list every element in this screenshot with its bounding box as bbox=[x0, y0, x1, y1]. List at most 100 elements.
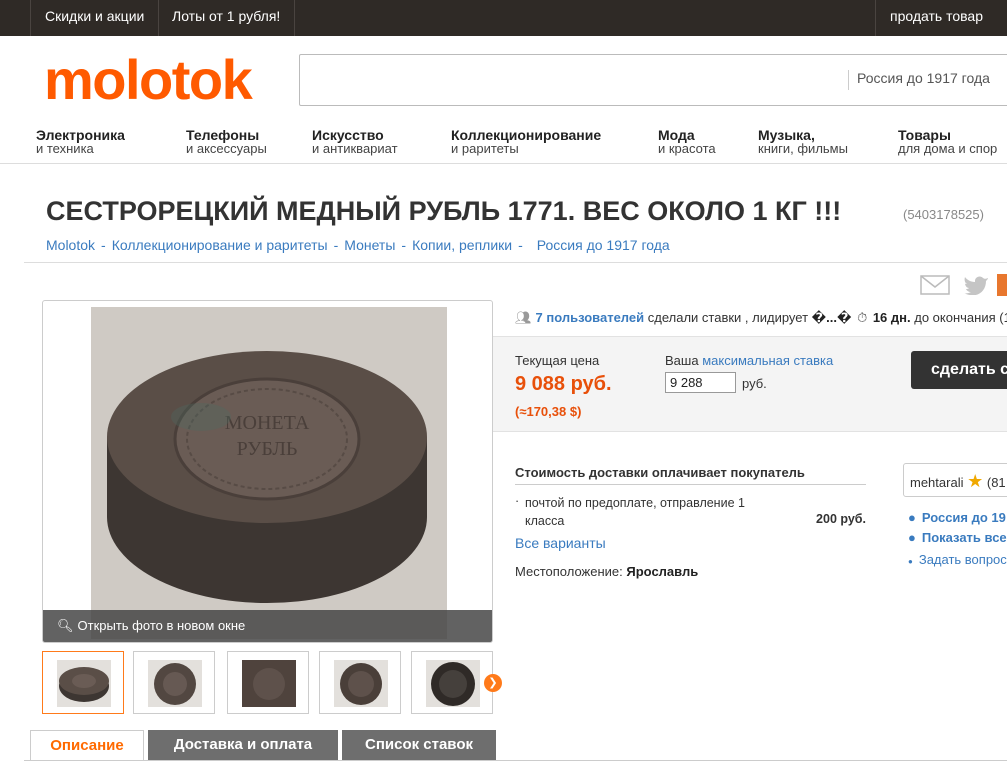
category-title: Телефоны bbox=[186, 127, 260, 143]
chevron-right-icon[interactable]: ❯ bbox=[484, 674, 502, 692]
max-bid-label-text: Ваша bbox=[665, 353, 699, 368]
location-value: Ярославль bbox=[626, 564, 699, 579]
coin-illustration: МОНЕТА РУБЛЬ bbox=[91, 307, 447, 639]
one-ruble-lots-link[interactable]: Лоты от 1 рубля! bbox=[158, 0, 296, 36]
search-input[interactable]: Россия до 1917 года bbox=[299, 54, 1007, 106]
seller-link-label: Россия до 19 bbox=[921, 510, 1006, 525]
zoom-icon: 🔍︎ bbox=[57, 618, 74, 633]
thumbnail[interactable] bbox=[319, 651, 401, 714]
open-photo-label: Открыть фото в новом окне bbox=[77, 618, 246, 633]
bid-input[interactable] bbox=[665, 372, 736, 393]
item-id: (5403178525) bbox=[903, 207, 984, 222]
currency-label: руб. bbox=[742, 376, 767, 391]
seller-link-label: Задать вопрос bbox=[918, 552, 1007, 567]
category-subtitle: и аксессуары bbox=[186, 141, 267, 156]
thumbnail-image bbox=[426, 660, 480, 707]
tab-divider bbox=[24, 760, 1007, 761]
seller-rating: (81 bbox=[986, 475, 1006, 490]
category-title: Коллекционирование bbox=[451, 127, 602, 143]
twitter-share-icon[interactable] bbox=[963, 275, 989, 295]
tab-description[interactable]: Описание bbox=[30, 730, 144, 760]
open-photo-link[interactable]: 🔍︎ Открыть фото в новом окне bbox=[43, 610, 492, 642]
breadcrumb: Molotok - Коллекционирование и раритеты - Мо… bbox=[46, 237, 670, 253]
seller-card[interactable]: mehtarali ★ (81 bbox=[903, 463, 1007, 497]
tab-bid-list[interactable]: Список ставок bbox=[342, 730, 496, 760]
category-subtitle: и антиквариат bbox=[312, 141, 398, 156]
breadcrumb-item[interactable]: Molotok bbox=[46, 237, 95, 253]
category-title: Музыка, bbox=[758, 127, 815, 143]
breadcrumb-item[interactable]: Монеты bbox=[344, 237, 395, 253]
top-bar: Скидки и акции Лоты от 1 рубля! продать … bbox=[0, 0, 1007, 36]
price-panel: Текущая цена 9 088 руб. (≈170,38 $) Ваша… bbox=[493, 336, 1007, 432]
thumbnail-image bbox=[242, 660, 296, 707]
seller-link-label: Показать все bbox=[921, 530, 1007, 545]
sell-item-link[interactable]: продать товар bbox=[875, 0, 1007, 36]
max-bid-help-link[interactable]: максимальная ставка bbox=[702, 353, 833, 368]
location: Местоположение: Ярославль bbox=[515, 564, 698, 579]
category-nav: Электроника и техника Телефоны и аксессу… bbox=[0, 124, 1007, 164]
users-icon: 👥︎ bbox=[515, 310, 532, 325]
gplus-share-icon[interactable] bbox=[997, 274, 1007, 296]
max-bid-label: Ваша максимальная ставка bbox=[665, 353, 833, 368]
thumbnail[interactable] bbox=[227, 651, 309, 714]
bullet: · bbox=[515, 494, 520, 508]
page-title: СЕСТРОРЕЦКИЙ МЕДНЫЙ РУБЛЬ 1771. ВЕС ОКОЛ… bbox=[46, 196, 842, 226]
location-label: Местоположение: bbox=[515, 564, 623, 579]
main-photo[interactable]: МОНЕТА РУБЛЬ 🔍︎ Открыть фото в новом окне bbox=[42, 300, 493, 643]
seller-name[interactable]: mehtarali bbox=[910, 475, 963, 490]
bullet: ● bbox=[908, 510, 916, 525]
category-fashion[interactable]: Мода и красота bbox=[658, 128, 716, 156]
place-bid-button[interactable]: сделать с bbox=[911, 351, 1007, 389]
category-subtitle: и раритеты bbox=[451, 141, 519, 156]
thumbnail-image bbox=[334, 660, 388, 707]
shipping-cost: 200 руб. bbox=[816, 512, 866, 526]
seller-category-link[interactable]: ● Россия до 19 bbox=[908, 510, 1006, 525]
breadcrumb-separator: - bbox=[518, 237, 523, 253]
thumbnail[interactable] bbox=[42, 651, 124, 714]
ending-text: до окончания (19 ию bbox=[914, 310, 1007, 325]
coin-text-2: РУБЛЬ bbox=[237, 438, 298, 460]
breadcrumb-separator: - bbox=[401, 237, 407, 253]
thumbnail-image bbox=[148, 660, 202, 707]
thumbnail[interactable] bbox=[133, 651, 215, 714]
star-icon: ★ bbox=[967, 471, 984, 491]
category-collecting[interactable]: Коллекционирование и раритеты bbox=[451, 128, 601, 156]
category-subtitle: книги, фильмы bbox=[758, 141, 848, 156]
category-title: Искусство bbox=[312, 127, 384, 143]
category-home[interactable]: Товары для дома и спор bbox=[898, 128, 997, 156]
divider bbox=[24, 262, 1007, 263]
category-title: Мода bbox=[658, 127, 695, 143]
breadcrumb-item[interactable]: Копии, реплики bbox=[412, 237, 512, 253]
bullet: ● bbox=[908, 530, 916, 545]
site-logo[interactable]: molotok bbox=[44, 52, 253, 108]
days-left: 16 дн. bbox=[872, 310, 911, 325]
shipping-method: почтой по предоплате, отправление 1 клас… bbox=[525, 496, 745, 528]
shipping-header: Стоимость доставки оплачивает покупатель bbox=[515, 465, 866, 485]
breadcrumb-item[interactable]: Россия до 1917 года bbox=[537, 237, 670, 253]
bidders-link[interactable]: 7 пользователей bbox=[536, 310, 645, 325]
category-title: Товары bbox=[898, 127, 951, 143]
deals-link[interactable]: Скидки и акции bbox=[30, 0, 160, 36]
ask-question-link[interactable]: ● Задать вопрос bbox=[908, 552, 1007, 567]
coin-text-1: МОНЕТА bbox=[225, 412, 310, 434]
category-electronics[interactable]: Электроника и техника bbox=[36, 128, 125, 156]
breadcrumb-separator: - bbox=[101, 237, 106, 253]
breadcrumb-separator: - bbox=[333, 237, 339, 253]
bids-summary: 👥︎ 7 пользователей сделали ставки , лидир… bbox=[515, 310, 1007, 326]
show-all-link[interactable]: ● Показать все bbox=[908, 530, 1007, 545]
thumbnail[interactable] bbox=[411, 651, 493, 714]
category-music[interactable]: Музыка, книги, фильмы bbox=[758, 128, 848, 156]
all-shipping-variants-link[interactable]: Все варианты bbox=[515, 535, 606, 551]
coin-image[interactable]: МОНЕТА РУБЛЬ bbox=[91, 307, 447, 639]
category-art[interactable]: Искусство и антиквариат bbox=[312, 128, 398, 156]
search-category-select[interactable]: Россия до 1917 года bbox=[848, 70, 990, 90]
category-subtitle: для дома и спор bbox=[898, 141, 998, 156]
category-subtitle: и техника bbox=[36, 141, 94, 156]
leader-name: �...� bbox=[811, 310, 852, 325]
email-share-icon[interactable] bbox=[920, 274, 950, 296]
thumbnail-image bbox=[57, 660, 111, 707]
current-price: 9 088 руб. bbox=[515, 373, 612, 395]
tab-delivery-payment[interactable]: Доставка и оплата bbox=[148, 730, 338, 760]
category-phones[interactable]: Телефоны и аксессуары bbox=[186, 128, 267, 156]
breadcrumb-item[interactable]: Коллекционирование и раритеты bbox=[112, 237, 328, 253]
